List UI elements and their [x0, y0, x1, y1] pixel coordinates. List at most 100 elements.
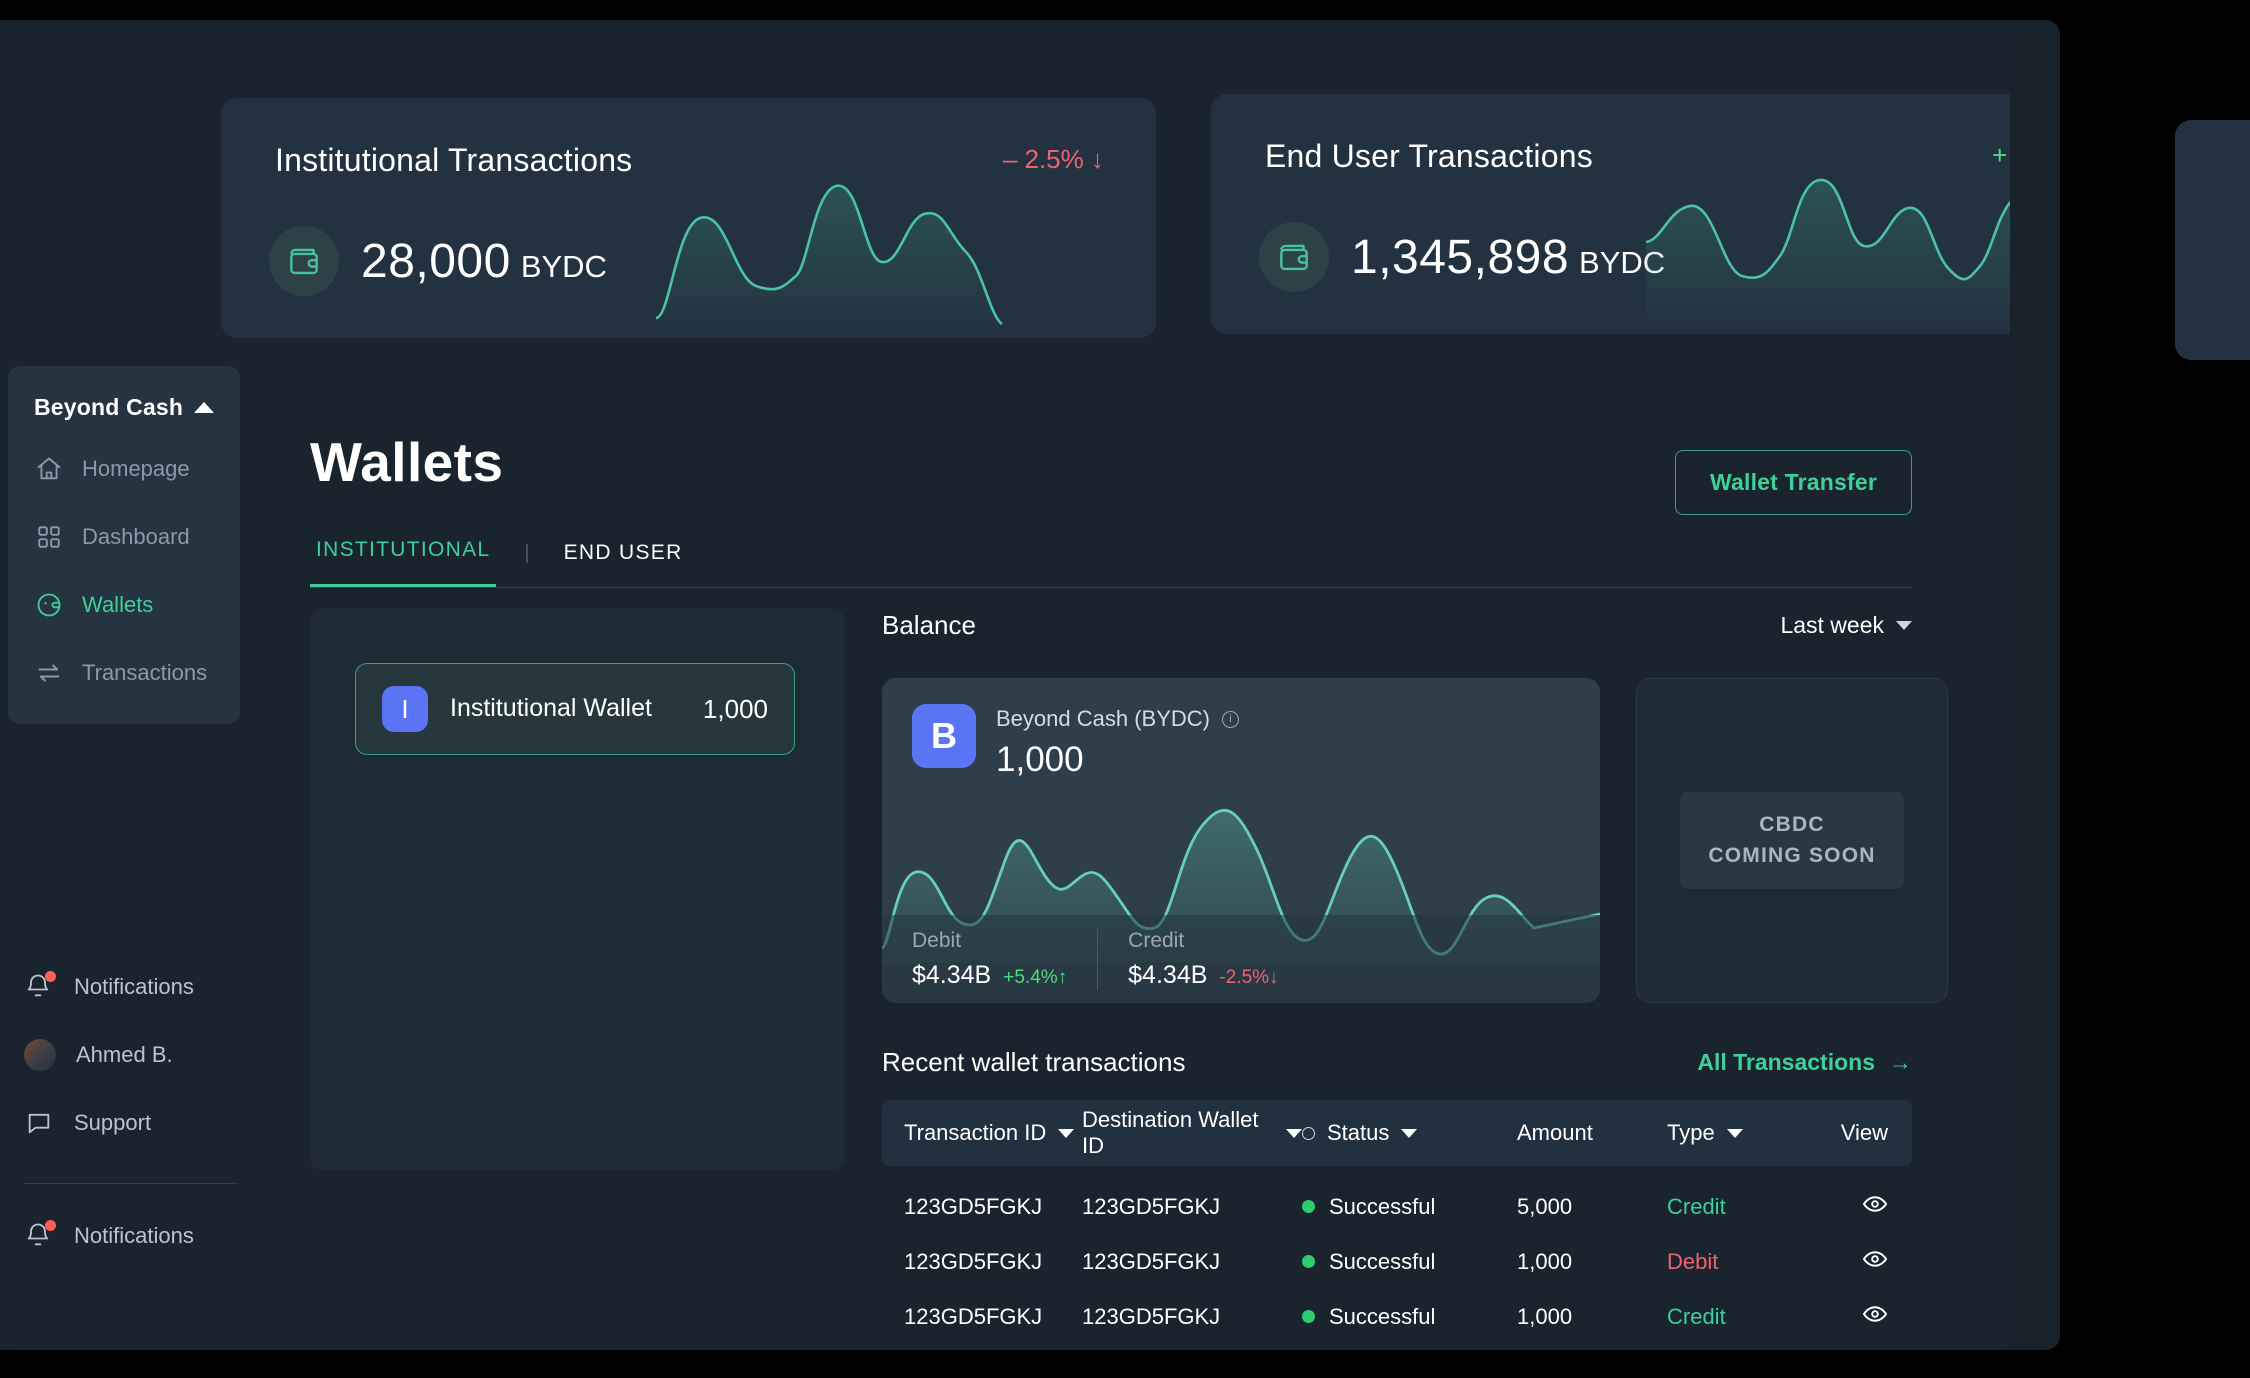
wallet-list-item-institutional[interactable]: I Institutional Wallet 1,000	[355, 663, 795, 755]
chevron-down-icon	[1726, 1128, 1743, 1138]
token-amount: 1,000	[996, 740, 1084, 779]
cell-transaction-id: 123GD5FGKJ	[904, 1303, 1043, 1329]
sidebar-nav-panel: Beyond Cash Homepage Dashboard Wallets T…	[8, 366, 240, 724]
cbdc-line-2: COMING SOON	[1708, 843, 1876, 867]
cell-type: Credit	[1667, 1303, 1726, 1329]
date-range-select[interactable]: Last week	[1780, 612, 1912, 639]
debit-delta: +5.4%↑	[1003, 967, 1067, 989]
all-transactions-label: All Transactions	[1697, 1049, 1875, 1075]
status-ring-icon	[1302, 1126, 1315, 1140]
wallet-badge: I	[382, 686, 428, 732]
cell-status: Successful	[1329, 1248, 1436, 1274]
column-label: Type	[1667, 1120, 1715, 1145]
table-row[interactable]: 123GD5FGKJ123GD5FGKJSuccessful1,000Debit	[882, 1349, 1912, 1350]
cell-transaction-id: 123GD5FGKJ	[904, 1193, 1043, 1219]
status-dot-icon	[1302, 1200, 1315, 1213]
notification-badge-dot	[45, 1220, 56, 1231]
sidebar-item-transactions[interactable]: Transactions	[8, 648, 240, 698]
cell-status: Successful	[1329, 1303, 1436, 1329]
arrow-up-icon: ↑	[1057, 966, 1068, 988]
view-eye-icon[interactable]	[1862, 1246, 1888, 1278]
column-header-type[interactable]: Type	[1667, 1120, 1832, 1146]
home-icon	[34, 454, 64, 484]
cbdc-badge: CBDC COMING SOON	[1680, 792, 1904, 889]
arrow-down-icon: ↓	[1269, 966, 1279, 988]
table-row[interactable]: 123GD5FGKJ 123GD5FGKJ Successful 5,000 Credi…	[882, 1184, 1912, 1229]
table-row[interactable]: 123GD5FGKJ 123GD5FGKJ Successful 1,000 Credi…	[882, 1294, 1912, 1339]
sidebar-item-label: Dashboard	[82, 524, 190, 549]
date-range-value: Last week	[1780, 611, 1884, 638]
chevron-up-icon[interactable]	[194, 401, 214, 413]
column-header-destination-wallet-id[interactable]: Destination Wallet ID	[1082, 1107, 1302, 1159]
stat-card-value: 1,345,898	[1351, 230, 1570, 284]
view-eye-icon[interactable]	[1862, 1191, 1888, 1223]
sidebar-user[interactable]: Ahmed B.	[0, 1021, 262, 1089]
sidebar-item-homepage[interactable]: Homepage	[8, 444, 240, 494]
sidebar-item-wallets[interactable]: Wallets	[8, 580, 240, 630]
sidebar-user-label: Ahmed B.	[76, 1042, 173, 1067]
balance-label: Balance	[882, 609, 976, 640]
stat-card-institutional-transactions[interactable]: Institutional Transactions 28,000 BYDC – …	[221, 98, 1156, 338]
status-dot-icon	[1302, 1255, 1315, 1268]
sidebar-bottom: Notifications Ahmed B. Support Notificat…	[0, 953, 262, 1350]
cell-status: Successful	[1329, 1193, 1436, 1219]
table-row[interactable]: 123GD5FGKJ123GD5FGKJSuccessful1,000Debit	[882, 1239, 1912, 1284]
tab-institutional[interactable]: INSTITUTIONAL	[310, 538, 497, 587]
transfer-icon	[34, 658, 64, 688]
cell-destination-wallet-id: 123GD5FGKJ	[1082, 1248, 1221, 1274]
wallet-transfer-button[interactable]: Wallet Transfer	[1674, 450, 1912, 515]
balance-card-header: B Beyond Cash (BYDC) i 1,000	[912, 704, 1239, 780]
sidebar-notifications-secondary[interactable]: Notifications	[0, 1202, 262, 1270]
wallet-icon	[1259, 222, 1329, 292]
debit-delta-value: +5.4%	[1003, 966, 1058, 988]
column-label: View	[1840, 1120, 1888, 1145]
chevron-down-icon	[1286, 1128, 1302, 1138]
stat-card-end-user-transactions[interactable]: End User Transactions 1,345,898BYDC + 2.…	[1211, 94, 2010, 334]
credit-delta: -2.5%↓	[1219, 967, 1278, 989]
column-header-amount[interactable]: Amount	[1517, 1120, 1667, 1146]
wallet-type-tabs: INSTITUTIONAL | END USER	[310, 538, 1912, 588]
all-transactions-link[interactable]: All Transactions →	[1697, 1049, 1912, 1076]
balance-column: Balance Last week B Beyond Cash (BYDC) i	[882, 608, 1948, 1350]
token-name-row: Beyond Cash (BYDC) i	[996, 706, 1239, 732]
cbdc-line-1: CBDC	[1759, 813, 1825, 837]
cell-destination-wallet-id: 123GD5FGKJ	[1082, 1303, 1221, 1329]
chevron-down-icon	[1896, 620, 1912, 630]
wallet-amount: 1,000	[702, 693, 768, 724]
chevron-down-icon	[1401, 1128, 1418, 1138]
stat-card-title: Institutional Transactions	[275, 142, 633, 178]
sidebar-section-header[interactable]: Beyond Cash	[8, 388, 240, 426]
sparkline-chart	[1646, 178, 2010, 324]
stat-card-unit: BYDC	[520, 248, 607, 284]
sidebar-divider	[24, 1183, 238, 1184]
info-icon[interactable]: i	[1221, 710, 1239, 728]
credit-stat: Credit $4.34B -2.5%↓	[1097, 928, 1308, 990]
page-title: Wallets	[310, 431, 504, 493]
view-eye-icon[interactable]	[1862, 1301, 1888, 1333]
background-stat-card-right	[2175, 120, 2250, 360]
balance-card-bydc[interactable]: B Beyond Cash (BYDC) i 1,000 Debit $4.34…	[882, 678, 1600, 1003]
sidebar-notifications[interactable]: Notifications	[0, 953, 262, 1021]
cell-type: Debit	[1667, 1248, 1719, 1274]
stat-card-value: 28,000	[361, 234, 511, 288]
bell-icon	[24, 1220, 56, 1251]
stat-card-value-row: 28,000 BYDC	[269, 226, 607, 296]
status-dot-icon	[1302, 1310, 1315, 1323]
recent-transactions-header: Recent wallet transactions All Transacti…	[882, 1047, 1912, 1078]
wallet-name: Institutional Wallet	[450, 694, 652, 723]
sidebar-support[interactable]: Support	[0, 1089, 262, 1157]
arrow-right-icon: →	[1889, 1049, 1912, 1075]
debit-stat: Debit $4.34B +5.4%↑	[882, 929, 1097, 990]
sidebar-item-dashboard[interactable]: Dashboard	[8, 512, 240, 562]
stat-card-value-row: 1,345,898 BYDC	[1259, 222, 1665, 292]
column-header-transaction-id[interactable]: Transaction ID	[882, 1120, 1082, 1146]
sidebar-item-label: Transactions	[82, 660, 208, 685]
tab-separator: |	[524, 542, 530, 564]
main-content: Wallets Wallet Transfer INSTITUTIONAL | …	[262, 358, 2010, 1350]
sidebar-section-title: Beyond Cash	[34, 393, 184, 420]
column-header-view: View	[1832, 1120, 1912, 1146]
column-label: Amount	[1517, 1120, 1593, 1145]
recent-transactions-title: Recent wallet transactions	[882, 1047, 1186, 1077]
column-header-status[interactable]: Status	[1302, 1120, 1517, 1146]
tab-end-user[interactable]: END USER	[558, 541, 689, 587]
